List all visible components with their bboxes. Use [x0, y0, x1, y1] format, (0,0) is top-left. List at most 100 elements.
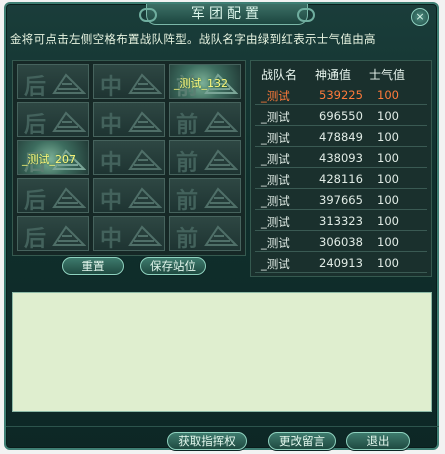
formation-grid: 后中前 _测试_132 后中前后 _测试_207 中前后中前后中前	[12, 60, 246, 256]
cell-morale: 100	[377, 88, 399, 102]
cell-name: _测试	[261, 173, 290, 187]
save-position-button[interactable]: 保存站位	[140, 257, 206, 275]
banner-icon	[52, 225, 86, 246]
formation-slot[interactable]: 中	[93, 102, 165, 138]
cell-power: 438093	[319, 151, 363, 165]
table-row[interactable]: _测试 696550 100	[255, 106, 427, 126]
instruction-text: 金将可点击左侧空格布置战队阵型。战队名字由绿到红表示士气值由高	[10, 32, 376, 46]
table-row[interactable]: _测试 539225 100	[255, 85, 427, 105]
banner-icon	[204, 111, 238, 132]
footer-divider	[6, 426, 439, 427]
cell-name: _测试	[261, 152, 290, 166]
team-slot-label: _测试_207	[22, 153, 76, 166]
team-slot-label: _测试_132	[174, 77, 228, 90]
cell-power: 240913	[319, 256, 363, 270]
cell-name: _测试	[261, 131, 290, 145]
table-row[interactable]: _测试 397665 100	[255, 190, 427, 210]
slot-position-glyph: 前	[176, 150, 199, 176]
slot-position-glyph: 前	[176, 188, 199, 214]
banner-icon	[52, 111, 86, 132]
banner-icon	[52, 187, 86, 208]
banner-icon	[128, 149, 162, 170]
banner-icon	[128, 187, 162, 208]
row-divider	[255, 272, 427, 273]
formation-slot[interactable]: 中	[93, 216, 165, 252]
cell-power: 397665	[319, 193, 363, 207]
reset-button[interactable]: 重置	[62, 257, 124, 275]
header-morale: 士气值	[369, 68, 406, 82]
formation-slot[interactable]: 后	[17, 102, 89, 138]
cell-power: 313323	[319, 214, 363, 228]
formation-slot[interactable]: 前	[169, 102, 241, 138]
window-title: 军团配置	[139, 4, 315, 25]
slot-position-glyph: 后	[24, 112, 47, 138]
cell-name: _测试	[261, 215, 290, 229]
banner-icon	[128, 111, 162, 132]
team-table: 战队名 神通值 士气值 _测试 539225 100 _测试 696550 100 _测试 4…	[250, 60, 432, 277]
cell-morale: 100	[377, 214, 399, 228]
banner-icon	[204, 187, 238, 208]
cell-morale: 100	[377, 193, 399, 207]
slot-position-glyph: 后	[24, 74, 47, 100]
cell-morale: 100	[377, 256, 399, 270]
row-divider	[255, 188, 427, 189]
formation-slot[interactable]: 前 _测试_132	[169, 64, 241, 100]
row-divider	[255, 251, 427, 252]
slot-position-glyph: 中	[100, 226, 123, 252]
formation-slot[interactable]: 中	[93, 178, 165, 214]
formation-slot[interactable]: 中	[93, 64, 165, 100]
formation-slot[interactable]: 后	[17, 216, 89, 252]
cell-power: 696550	[319, 109, 363, 123]
row-divider	[255, 104, 427, 105]
formation-slot[interactable]: 前	[169, 140, 241, 176]
formation-slot[interactable]: 后	[17, 64, 89, 100]
formation-slot[interactable]: 中	[93, 140, 165, 176]
table-row[interactable]: _测试 428116 100	[255, 169, 427, 189]
edit-message-button[interactable]: 更改留言	[268, 432, 336, 450]
cell-morale: 100	[377, 151, 399, 165]
slot-position-glyph: 中	[100, 188, 123, 214]
formation-slot[interactable]: 后	[17, 178, 89, 214]
header-team-name: 战队名	[261, 68, 298, 82]
banner-icon	[52, 73, 86, 94]
slot-position-glyph: 前	[176, 226, 199, 252]
exit-button[interactable]: 退出	[346, 432, 410, 450]
table-row[interactable]: _测试 240913 100	[255, 253, 427, 273]
formation-slot[interactable]: 后 _测试_207	[17, 140, 89, 176]
formation-slot[interactable]: 前	[169, 216, 241, 252]
cell-power: 306038	[319, 235, 363, 249]
row-divider	[255, 167, 427, 168]
row-divider	[255, 146, 427, 147]
cell-name: _测试	[261, 257, 290, 271]
get-command-button[interactable]: 获取指挥权	[167, 432, 247, 450]
cell-power: 428116	[319, 172, 363, 186]
slot-position-glyph: 后	[24, 188, 47, 214]
row-divider	[255, 209, 427, 210]
formation-slot[interactable]: 前	[169, 178, 241, 214]
cell-name: _测试	[261, 89, 290, 103]
slot-position-glyph: 后	[24, 226, 47, 252]
slot-position-glyph: 中	[100, 150, 123, 176]
table-row[interactable]: _测试 313323 100	[255, 211, 427, 231]
banner-icon	[128, 225, 162, 246]
cell-name: _测试	[261, 236, 290, 250]
header-power: 神通值	[315, 68, 352, 82]
slot-position-glyph: 中	[100, 74, 123, 100]
slot-position-glyph: 中	[100, 112, 123, 138]
close-icon[interactable]: ×	[411, 8, 429, 26]
cell-power: 478849	[319, 130, 363, 144]
cell-morale: 100	[377, 235, 399, 249]
table-row[interactable]: _测试 478849 100	[255, 127, 427, 147]
cell-power: 539225	[319, 88, 363, 102]
table-row[interactable]: _测试 306038 100	[255, 232, 427, 252]
table-row[interactable]: _测试 438093 100	[255, 148, 427, 168]
banner-icon	[128, 73, 162, 94]
cell-morale: 100	[377, 130, 399, 144]
row-divider	[255, 230, 427, 231]
message-box	[12, 292, 432, 412]
cell-name: _测试	[261, 194, 290, 208]
banner-icon	[204, 225, 238, 246]
row-divider	[255, 125, 427, 126]
cell-name: _测试	[261, 110, 290, 124]
cell-morale: 100	[377, 172, 399, 186]
